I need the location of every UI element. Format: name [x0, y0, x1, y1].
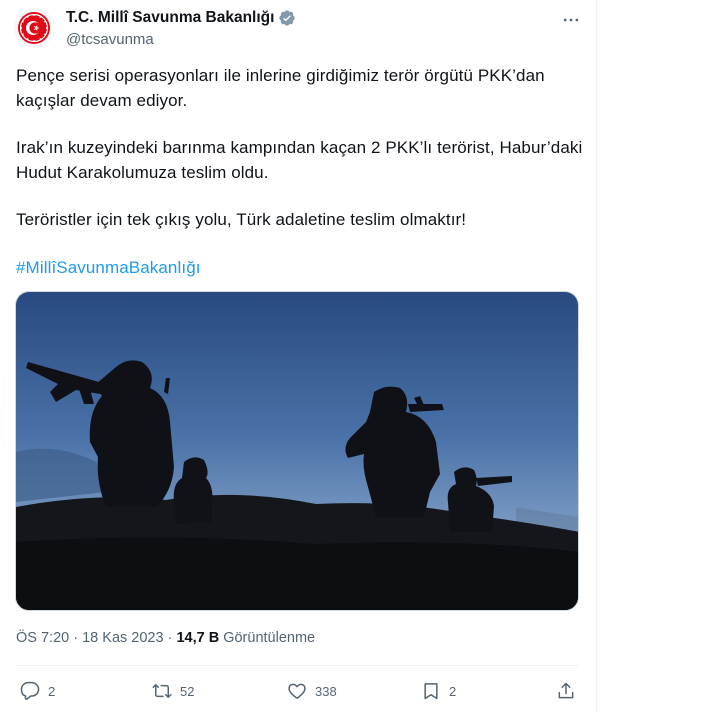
meta-separator: ·	[167, 630, 173, 646]
tweet-media-image[interactable]	[15, 291, 579, 611]
repost-icon	[152, 684, 172, 698]
share-button[interactable]	[556, 680, 576, 702]
tweet-text-line: Pençe serisi operasyonları ile inlerine …	[16, 66, 545, 85]
soldiers-silhouette-photo	[16, 292, 578, 610]
repost-count: 52	[180, 683, 195, 699]
tweet-card: T.C. Millî Savunma Bakanlığı @tcsavunma …	[0, 0, 597, 712]
tweet-time[interactable]: ÖS 7:20	[16, 630, 69, 646]
heart-icon	[288, 683, 306, 699]
account-name-text[interactable]: T.C. Millî Savunma Bakanlığı	[66, 9, 274, 27]
account-handle[interactable]: @tcsavunma	[66, 31, 154, 48]
bookmark-count: 2	[449, 683, 457, 699]
more-horizontal-icon[interactable]	[561, 10, 581, 30]
share-icon	[558, 682, 574, 699]
hashtag-link[interactable]: #MillîSavunmaBakanlığı	[16, 258, 201, 278]
reply-icon	[20, 681, 40, 700]
meta-separator: ·	[73, 630, 79, 646]
views-count: 14,7 B	[176, 630, 220, 646]
like-button[interactable]: 338	[287, 680, 337, 702]
tweet-text-line: kaçışlar devam ediyor.	[16, 91, 188, 110]
reply-button[interactable]: 2	[20, 680, 55, 702]
divider	[16, 665, 578, 666]
ministry-seal-logo	[14, 8, 54, 48]
reply-count: 2	[48, 683, 56, 699]
tweet-text-line: Teröristler için tek çıkış yolu, Türk ad…	[16, 210, 467, 229]
verified-badge-icon	[279, 10, 296, 26]
account-name[interactable]: T.C. Millî Savunma Bakanlığı	[66, 9, 296, 27]
tweet-date[interactable]: 18 Kas 2023	[82, 630, 163, 646]
tweet-meta: ÖS 7:20 · 18 Kas 2023 · 14,7 B Görüntüle…	[16, 630, 315, 646]
tweet-text-line: Irak’ın kuzeyindeki barınma kampından ka…	[16, 138, 583, 157]
repost-button[interactable]: 52	[152, 680, 194, 702]
views-label: Görüntülenme	[223, 630, 316, 646]
avatar[interactable]	[14, 8, 54, 48]
bookmark-icon	[424, 683, 438, 700]
bookmark-button[interactable]: 2	[421, 680, 456, 702]
like-count: 338	[315, 683, 337, 699]
tweet-text-line: Hudut Karakolumuza teslim oldu.	[16, 163, 269, 182]
